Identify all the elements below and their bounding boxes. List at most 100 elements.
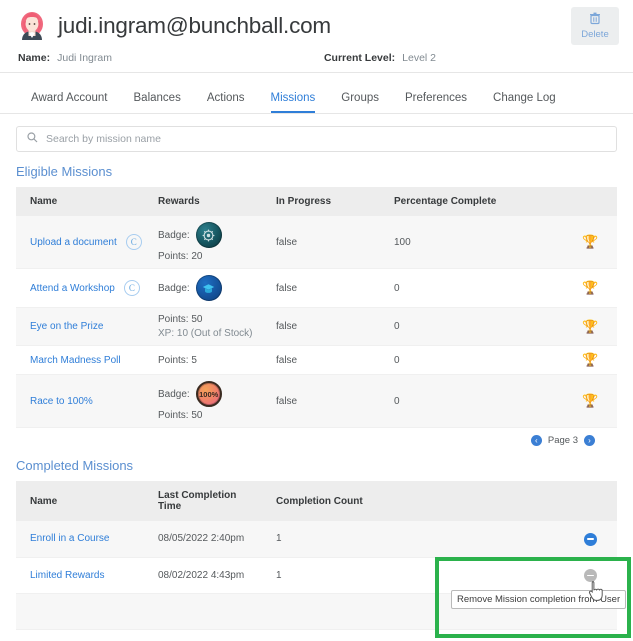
col-in-progress: In Progress	[262, 187, 380, 216]
mission-link[interactable]: Eye on the Prize	[30, 321, 103, 332]
col-action	[550, 481, 617, 521]
header-identity-row: judi.ingram@bunchball.com	[16, 10, 617, 43]
trophy-icon[interactable]: 🏆	[582, 319, 598, 334]
badge-label: Badge:	[158, 282, 190, 294]
percentage-value: 0	[380, 268, 550, 308]
percentage-value: 0	[380, 374, 550, 428]
mission-link[interactable]: Attend a Workshop	[30, 283, 115, 294]
eligible-missions-table: Name Rewards In Progress Percentage Comp…	[16, 187, 617, 428]
tab-balances[interactable]: Balances	[121, 80, 194, 113]
tab-groups[interactable]: Groups	[328, 80, 392, 113]
badge-100-percent-icon: 100%	[195, 381, 222, 407]
badge-label: Badge:	[158, 229, 190, 241]
table-row[interactable]: March Madness Poll Points: 5 false 0 🏆	[16, 345, 617, 375]
col-rewards: Rewards	[144, 187, 262, 216]
mission-link[interactable]: Enroll in a Course	[30, 533, 109, 544]
percentage-value: 100	[380, 216, 550, 269]
mission-link[interactable]: Race to 100%	[30, 396, 93, 407]
account-meta-row: Name: Judi Ingram Current Level: Level 2	[16, 52, 617, 64]
badge-line: Badge:	[158, 222, 262, 248]
completion-count: 1	[262, 521, 550, 558]
table-row[interactable]: Upload a document C Badge: Points: 20 fa…	[16, 216, 617, 269]
points-value: Points: 50	[158, 410, 203, 421]
rewards-cell: Badge: 100% Points: 50	[158, 381, 262, 421]
minus-bar	[587, 574, 594, 577]
tab-bar: Award Account Balances Actions Missions …	[0, 73, 633, 113]
table-row[interactable]: Eye on the Prize Points: 50 XP: 10 (Out …	[16, 307, 617, 346]
xp-line: XP: 10 (Out of Stock)	[158, 328, 262, 339]
mission-name-cell: March Madness Poll	[30, 355, 144, 366]
badge-line: Badge: 100%	[158, 381, 262, 407]
col-completion-count: Completion Count	[262, 481, 550, 521]
points-value: Points: 20	[158, 251, 203, 262]
mission-name-cell: Upload a document C	[30, 234, 144, 250]
in-progress-value: false	[262, 268, 380, 308]
points-line: Points: 20	[158, 251, 262, 262]
recurring-circle-icon: C	[123, 280, 140, 296]
search-input[interactable]: Search by mission name	[46, 133, 161, 145]
in-progress-value: false	[262, 216, 380, 269]
badge-label: Badge:	[158, 388, 190, 400]
account-email: judi.ingram@bunchball.com	[58, 13, 331, 39]
mission-link[interactable]: Limited Rewards	[30, 570, 104, 581]
name-label: Name:	[18, 52, 51, 64]
rewards-cell: Points: 50 XP: 10 (Out of Stock)	[158, 314, 262, 339]
remove-circle-icon[interactable]	[584, 568, 597, 582]
table-row[interactable]: Limited Rewards 08/02/2022 4:43pm 1	[16, 557, 617, 594]
col-percentage-complete: Percentage Complete	[380, 187, 550, 216]
trophy-icon[interactable]: 🏆	[582, 280, 598, 295]
trophy-icon[interactable]: 🏆	[582, 234, 598, 249]
in-progress-value: false	[262, 307, 380, 346]
points-line: Points: 50	[158, 410, 262, 421]
rewards-cell: Badge:	[158, 275, 262, 301]
table-row[interactable]: Attend a Workshop C Badge: false 0 🏆	[16, 268, 617, 308]
account-header: judi.ingram@bunchball.com Delete Name: J…	[0, 0, 633, 72]
current-level-value: Level 2	[402, 52, 437, 64]
delete-button-label: Delete	[581, 29, 609, 41]
tab-actions[interactable]: Actions	[194, 80, 258, 113]
completion-count: 1	[262, 557, 550, 594]
points-value: Points: 5	[158, 354, 197, 366]
remove-mission-tooltip: Remove Mission completion from User	[451, 590, 627, 609]
last-completion-time: 08/02/2022 4:43pm	[144, 557, 262, 594]
mission-link[interactable]: March Madness Poll	[30, 355, 121, 366]
col-name: Name	[16, 481, 144, 521]
minus-bar	[587, 538, 594, 540]
tab-change-log[interactable]: Change Log	[480, 80, 569, 113]
table-row[interactable]: Enroll in a Course 08/05/2022 2:40pm 1	[16, 521, 617, 558]
chevron-left-circle-icon[interactable]: ‹	[530, 435, 542, 446]
points-value: Points: 50	[158, 314, 203, 325]
mission-name-cell: Race to 100%	[30, 396, 144, 407]
tab-preferences[interactable]: Preferences	[392, 80, 480, 113]
rewards-cell: Badge:	[158, 222, 262, 262]
col-action	[550, 187, 617, 216]
percentage-value: 0	[380, 307, 550, 346]
tab-award-account[interactable]: Award Account	[18, 80, 121, 113]
eligible-missions-title: Eligible Missions	[16, 164, 113, 179]
badge-gear-icon	[195, 222, 222, 248]
search-bar[interactable]: Search by mission name	[16, 126, 617, 152]
eligible-missions-pager: ‹ Page 3 ›	[16, 428, 617, 446]
points-line: Points: 50	[158, 314, 262, 325]
xp-value: XP: 10 (Out of Stock)	[158, 328, 253, 339]
tab-missions[interactable]: Missions	[258, 80, 329, 113]
current-level-label: Current Level:	[323, 52, 396, 64]
trophy-icon[interactable]: 🏆	[582, 352, 598, 367]
eligible-table-header-row: Name Rewards In Progress Percentage Comp…	[16, 187, 617, 216]
col-last-completion-time: Last Completion Time	[144, 481, 262, 521]
badge-line: Badge:	[158, 275, 262, 301]
table-row[interactable]: Race to 100% Badge: 100% Points: 50 fals…	[16, 374, 617, 428]
delete-button[interactable]: Delete	[571, 7, 619, 45]
in-progress-value: false	[262, 374, 380, 428]
mission-link[interactable]: Upload a document	[30, 237, 117, 248]
percentage-value: 0	[380, 345, 550, 375]
mission-name-cell: Attend a Workshop C	[30, 280, 144, 296]
remove-circle-icon[interactable]	[584, 532, 597, 546]
completed-missions-title: Completed Missions	[16, 458, 134, 473]
recurring-circle-icon: C	[125, 234, 142, 250]
col-name: Name	[16, 187, 144, 216]
chevron-right-circle-icon[interactable]: ›	[584, 435, 595, 446]
trophy-icon[interactable]: 🏆	[582, 393, 598, 408]
page-label: Page 3	[547, 435, 578, 446]
search-icon	[27, 130, 38, 148]
